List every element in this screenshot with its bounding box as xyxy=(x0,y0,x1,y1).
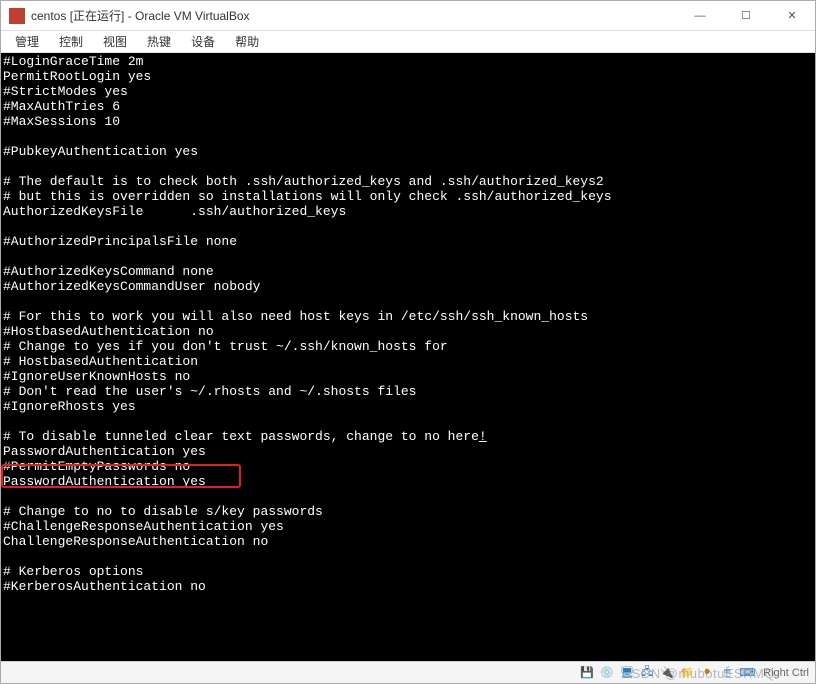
minimize-icon: — xyxy=(695,10,706,22)
terminal-line xyxy=(3,219,813,234)
network-icon[interactable]: 🖧 xyxy=(639,665,655,681)
terminal-line: #AuthorizedKeysCommand none xyxy=(3,264,813,279)
terminal-line: #IgnoreRhosts yes xyxy=(3,399,813,414)
terminal-line xyxy=(3,249,813,264)
virtualbox-window: centos [正在运行] - Oracle VM VirtualBox — ☐… xyxy=(0,0,816,684)
terminal-line: #AuthorizedPrincipalsFile none xyxy=(3,234,813,249)
disk-icon[interactable]: 💾 xyxy=(579,665,595,681)
window-controls: — ☐ ✕ xyxy=(677,1,815,30)
record-icon[interactable]: ⏺ xyxy=(699,665,715,681)
terminal-line: # Kerberos options xyxy=(3,564,813,579)
terminal-viewport[interactable]: #LoginGraceTime 2mPermitRootLogin yes#St… xyxy=(1,53,815,661)
close-button[interactable]: ✕ xyxy=(769,1,815,30)
menu-control[interactable]: 控制 xyxy=(49,31,93,52)
terminal-line: #MaxSessions 10 xyxy=(3,114,813,129)
host-key-label: Right Ctrl xyxy=(763,667,809,679)
menu-manage[interactable]: 管理 xyxy=(5,31,49,52)
mouse-icon[interactable]: 🖱 xyxy=(719,665,735,681)
terminal-line xyxy=(3,294,813,309)
terminal-line: #PermitEmptyPasswords no xyxy=(3,459,813,474)
vm-icon xyxy=(9,8,25,24)
terminal-line: #PubkeyAuthentication yes xyxy=(3,144,813,159)
terminal-line: #StrictModes yes xyxy=(3,84,813,99)
terminal-line: #HostbasedAuthentication no xyxy=(3,324,813,339)
terminal-line: PasswordAuthentication yes xyxy=(3,444,813,459)
close-icon: ✕ xyxy=(787,9,796,22)
terminal-line xyxy=(3,414,813,429)
keyboard-icon[interactable]: ⌨ xyxy=(739,665,755,681)
terminal-line xyxy=(3,489,813,504)
shared-folder-icon[interactable]: 📁 xyxy=(679,665,695,681)
menu-help[interactable]: 帮助 xyxy=(225,31,269,52)
window-title: centos [正在运行] - Oracle VM VirtualBox xyxy=(31,7,677,24)
optical-icon[interactable]: 💿 xyxy=(599,665,615,681)
terminal-line: #AuthorizedKeysCommandUser nobody xyxy=(3,279,813,294)
terminal-line: # Change to no to disable s/key password… xyxy=(3,504,813,519)
menu-devices[interactable]: 设备 xyxy=(181,31,225,52)
terminal-line: #ChallengeResponseAuthentication yes xyxy=(3,519,813,534)
statusbar: CSDN @mubotuESRMQ 💾 💿 🖥 🖧 🔌 📁 ⏺ 🖱 ⌨ Righ… xyxy=(1,661,815,683)
terminal-line xyxy=(3,129,813,144)
minimize-button[interactable]: — xyxy=(677,1,723,30)
menubar: 管理 控制 视图 热键 设备 帮助 xyxy=(1,31,815,53)
menu-hotkey[interactable]: 热键 xyxy=(137,31,181,52)
terminal-line: #MaxAuthTries 6 xyxy=(3,99,813,114)
usb-icon[interactable]: 🔌 xyxy=(659,665,675,681)
terminal-line: PasswordAuthentication yes xyxy=(3,474,813,489)
maximize-icon: ☐ xyxy=(741,9,751,22)
display-icon[interactable]: 🖥 xyxy=(619,665,635,681)
terminal-line: # The default is to check both .ssh/auth… xyxy=(3,174,813,189)
terminal-line: # Don't read the user's ~/.rhosts and ~/… xyxy=(3,384,813,399)
terminal-line: AuthorizedKeysFile .ssh/authorized_keys xyxy=(3,204,813,219)
terminal-line: # To disable tunneled clear text passwor… xyxy=(3,429,813,444)
menu-view[interactable]: 视图 xyxy=(93,31,137,52)
terminal-line: ChallengeResponseAuthentication no xyxy=(3,534,813,549)
terminal-line: #IgnoreUserKnownHosts no xyxy=(3,369,813,384)
terminal-line: PermitRootLogin yes xyxy=(3,69,813,84)
titlebar[interactable]: centos [正在运行] - Oracle VM VirtualBox — ☐… xyxy=(1,1,815,31)
terminal-line xyxy=(3,549,813,564)
terminal-line: # For this to work you will also need ho… xyxy=(3,309,813,324)
terminal-line: #KerberosAuthentication no xyxy=(3,579,813,594)
terminal-line: # Change to yes if you don't trust ~/.ss… xyxy=(3,339,813,354)
terminal-line xyxy=(3,159,813,174)
terminal-line: # HostbasedAuthentication xyxy=(3,354,813,369)
maximize-button[interactable]: ☐ xyxy=(723,1,769,30)
terminal-line: #LoginGraceTime 2m xyxy=(3,54,813,69)
terminal-line: # but this is overridden so installation… xyxy=(3,189,813,204)
